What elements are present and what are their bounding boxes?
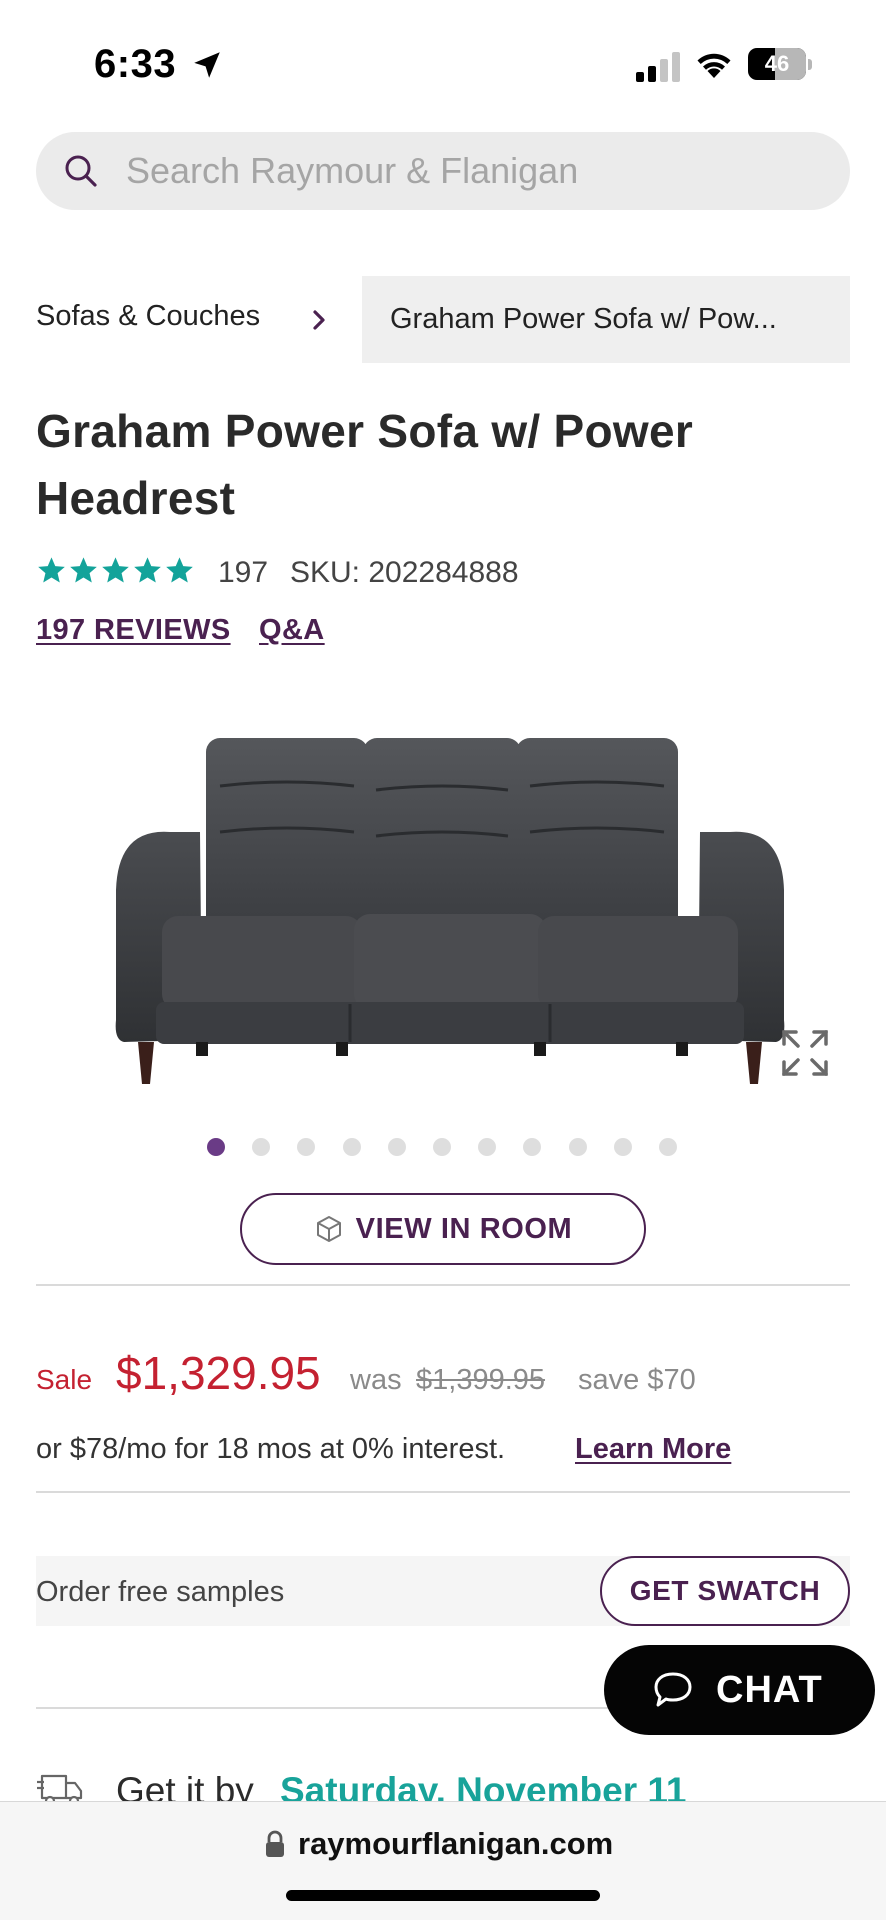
search-icon	[65, 155, 97, 187]
battery-body: 46	[748, 48, 806, 80]
carousel-dot[interactable]	[387, 1138, 406, 1156]
lock-icon	[266, 1830, 284, 1857]
breadcrumb-current: Graham Power Sofa w/ Pow...	[362, 276, 850, 363]
expand-icon[interactable]	[780, 1028, 830, 1078]
battery-icon: 46	[748, 48, 812, 82]
financing-text: or $78/mo for 18 mos at 0% interest.	[36, 1433, 506, 1465]
home-indicator[interactable]	[286, 1890, 600, 1901]
star-icon	[134, 557, 161, 583]
wifi-icon	[697, 53, 731, 78]
product-image[interactable]	[110, 720, 790, 1090]
status-bar: 6:33 46	[0, 0, 886, 120]
status-time: 6:33	[94, 42, 177, 86]
browser-url[interactable]: raymourflanigan.com	[298, 1826, 613, 1862]
chat-label: CHAT	[716, 1668, 823, 1711]
rating-stars[interactable]	[36, 555, 196, 589]
search-bar[interactable]	[36, 132, 850, 210]
chat-bubble-icon	[654, 1672, 692, 1707]
star-icon	[166, 557, 193, 583]
carousel-dot[interactable]	[568, 1138, 587, 1156]
location-arrow-icon	[194, 52, 220, 78]
star-icon	[102, 557, 129, 583]
view-in-room-button[interactable]: VIEW IN ROOM	[240, 1193, 646, 1265]
chevron-right-icon	[313, 310, 325, 330]
carousel-dot[interactable]	[297, 1138, 316, 1156]
sale-label: Sale	[36, 1364, 93, 1395]
divider	[36, 1491, 850, 1493]
cellular-signal-icon	[636, 52, 680, 82]
carousel-dot[interactable]	[342, 1138, 361, 1156]
page: 6:33 46 Sofas	[0, 0, 886, 1920]
star-icon	[38, 557, 65, 583]
reviews-link[interactable]: 197 REVIEWS	[36, 614, 231, 647]
star-icon	[70, 557, 97, 583]
qa-link[interactable]: Q&A	[259, 614, 325, 647]
carousel-dot[interactable]	[252, 1138, 271, 1156]
divider	[36, 1284, 850, 1286]
was-label: was	[350, 1364, 402, 1396]
battery-cap	[808, 59, 812, 70]
battery-percent: 46	[764, 51, 790, 76]
carousel-dot[interactable]	[523, 1138, 542, 1156]
learn-more-link[interactable]: Learn More	[575, 1433, 731, 1466]
breadcrumb-sofas-couches[interactable]: Sofas & Couches	[36, 300, 260, 333]
carousel-dot[interactable]	[207, 1138, 225, 1156]
carousel-dot[interactable]	[433, 1138, 451, 1156]
rating-count[interactable]: 197	[218, 556, 268, 590]
product-title: Graham Power Sofa w/ Power Headrest	[36, 405, 694, 524]
view-in-room-label: VIEW IN ROOM	[355, 1212, 573, 1245]
carousel-dot[interactable]	[613, 1138, 632, 1156]
get-swatch-button[interactable]: GET SWATCH	[600, 1556, 850, 1626]
ar-cube-icon	[316, 1216, 341, 1242]
sale-price: $1,329.95	[116, 1347, 321, 1399]
was-price: $1,399.95	[416, 1364, 546, 1396]
carousel-dot[interactable]	[478, 1138, 497, 1156]
search-input[interactable]	[126, 132, 826, 210]
carousel-dot[interactable]	[659, 1138, 677, 1156]
save-amount: save $70	[578, 1364, 696, 1396]
sku-label: SKU: 202284888	[290, 556, 519, 589]
order-samples-text: Order free samples	[36, 1576, 285, 1608]
chat-button[interactable]: CHAT	[604, 1645, 875, 1735]
